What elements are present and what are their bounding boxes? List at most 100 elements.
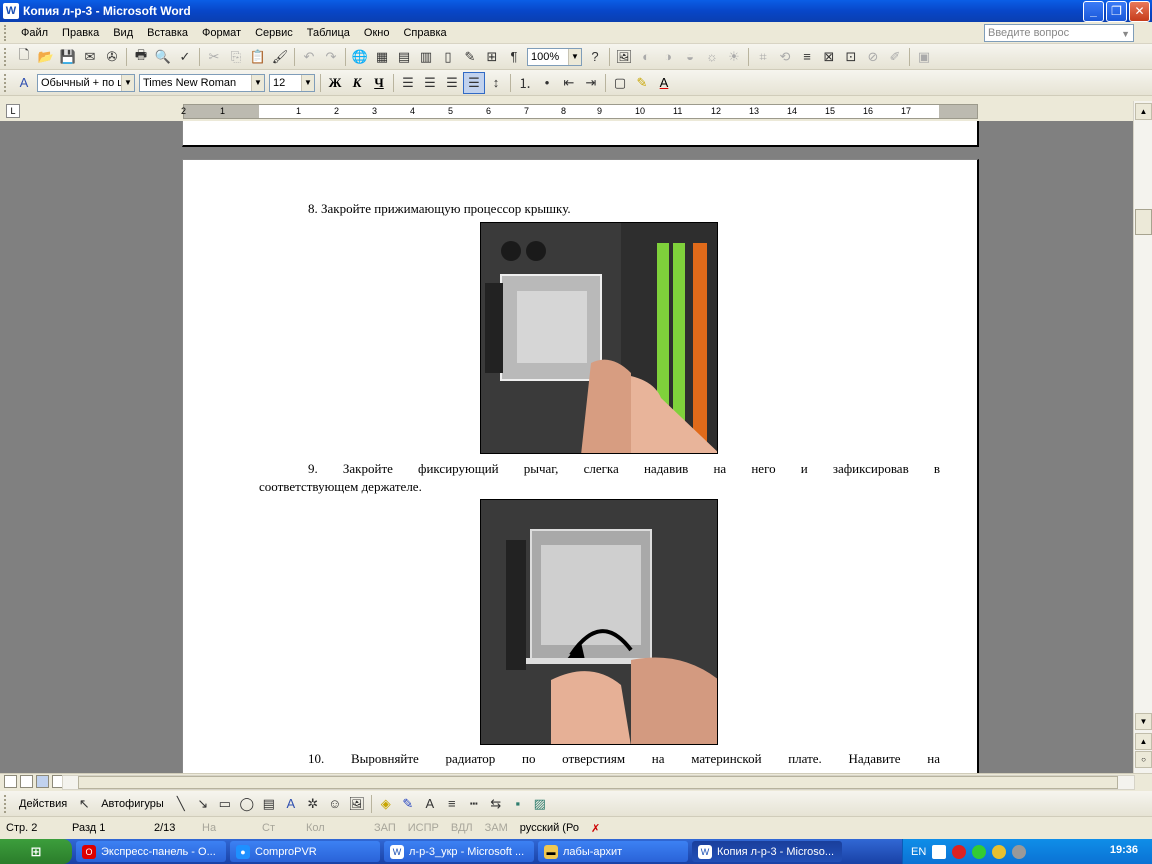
minimize-button[interactable]: _ <box>1083 0 1104 22</box>
chevron-down-icon[interactable]: ▼ <box>121 74 134 91</box>
email-icon[interactable]: ✇ <box>101 46 123 68</box>
contrast-less-icon[interactable]: ◒ <box>679 46 701 68</box>
bold-button[interactable]: Ж <box>324 72 346 94</box>
rotate-icon[interactable]: ⟲ <box>774 46 796 68</box>
format-picture-icon[interactable]: ⊡ <box>840 46 862 68</box>
diagram-icon[interactable]: ✲ <box>302 793 324 815</box>
tab-selector[interactable]: L <box>6 104 20 118</box>
messenger-icon[interactable] <box>992 844 1007 859</box>
menu-table[interactable]: Таблица <box>300 25 357 41</box>
insert-picture-icon[interactable]: 🖼 <box>346 793 368 815</box>
tables-borders-icon[interactable]: ▦ <box>371 46 393 68</box>
set-transparent-icon[interactable]: ✐ <box>884 46 906 68</box>
font-select[interactable]: Times New Roman ▼ <box>139 73 265 92</box>
new-document-icon[interactable]: 🗋 <box>13 46 35 68</box>
select-objects-icon[interactable]: ↖ <box>73 793 95 815</box>
toolbar-grip[interactable] <box>4 73 8 92</box>
image-control-icon[interactable]: ◐ <box>635 46 657 68</box>
text-color-icon[interactable]: A <box>419 793 441 815</box>
insert-excel-icon[interactable]: ▥ <box>415 46 437 68</box>
text-wrap-icon[interactable]: ⊘ <box>862 46 884 68</box>
brightness-more-icon[interactable]: ☼ <box>701 46 723 68</box>
brightness-less-icon[interactable]: ☀ <box>723 46 745 68</box>
antivirus-icon[interactable] <box>952 844 967 859</box>
scroll-up-button[interactable]: ▲ <box>1135 103 1152 120</box>
taskbar-item-compropvr[interactable]: ● ComproPVR <box>230 841 380 862</box>
hyperlink-icon[interactable]: 🌐 <box>349 46 371 68</box>
align-right-icon[interactable]: ☰ <box>441 72 463 94</box>
clock[interactable]: 19:36 <box>1110 844 1138 856</box>
arrow-style-icon[interactable]: ⇆ <box>485 793 507 815</box>
scroll-thumb[interactable] <box>1135 209 1152 235</box>
language-indicator[interactable]: EN <box>911 846 926 858</box>
zoom-select[interactable]: 100% ▼ <box>527 47 582 66</box>
draw-actions-menu[interactable]: Действия <box>13 798 73 810</box>
align-center-icon[interactable]: ☰ <box>419 72 441 94</box>
dash-style-icon[interactable]: ┅ <box>463 793 485 815</box>
print-view-icon[interactable] <box>36 775 49 788</box>
taskbar-item-folder[interactable]: ▬ лабы-архит <box>538 841 688 862</box>
close-button[interactable]: ✕ <box>1129 0 1150 22</box>
open-folder-icon[interactable]: 📂 <box>35 46 57 68</box>
toolbar-grip[interactable] <box>4 47 8 66</box>
restore-button[interactable]: ❐ <box>1106 0 1127 22</box>
status-rec[interactable]: ЗАП <box>368 822 402 834</box>
style-select[interactable]: Обычный + по ц ▼ <box>37 73 135 92</box>
step-9-text-line2[interactable]: соответствующем держателе. <box>259 478 759 496</box>
fill-color-icon[interactable]: ◈ <box>375 793 397 815</box>
help-icon[interactable]: ? <box>584 46 606 68</box>
oval-icon[interactable]: ◯ <box>236 793 258 815</box>
arrow-icon[interactable]: ↘ <box>192 793 214 815</box>
start-button[interactable]: ⊞ <box>0 839 72 864</box>
step-10-text-line1[interactable]: 10. Выровняйте радиатор по отверстиям на… <box>308 750 940 768</box>
italic-button[interactable]: К <box>346 72 368 94</box>
increase-indent-icon[interactable]: ⇥ <box>580 72 602 94</box>
redo-icon[interactable]: ↷ <box>320 46 342 68</box>
horizontal-ruler[interactable]: 2 1 1 2 3 4 5 6 7 8 9 10 11 12 13 14 15 … <box>181 104 978 119</box>
status-trk[interactable]: ИСПР <box>402 822 445 834</box>
shadow-icon[interactable]: ▪ <box>507 793 529 815</box>
text-box-icon[interactable]: ▤ <box>258 793 280 815</box>
borders-icon[interactable]: ▢ <box>609 72 631 94</box>
permission-icon[interactable]: ✉ <box>79 46 101 68</box>
normal-view-icon[interactable] <box>4 775 17 788</box>
menu-grip[interactable] <box>4 24 10 41</box>
chevron-down-icon[interactable]: ▼ <box>1121 29 1130 39</box>
paste-icon[interactable]: 📋 <box>247 46 269 68</box>
print-preview-icon[interactable]: 🔍 <box>152 46 174 68</box>
chevron-down-icon[interactable]: ▼ <box>301 74 314 91</box>
align-justify-icon[interactable]: ☰ <box>463 71 485 94</box>
menu-tools[interactable]: Сервис <box>248 25 300 41</box>
insert-table-icon[interactable]: ▤ <box>393 46 415 68</box>
save-icon[interactable]: 💾 <box>57 46 79 68</box>
web-view-icon[interactable] <box>20 775 33 788</box>
toolbar-grip[interactable] <box>4 794 8 813</box>
line-style-icon[interactable]: ≡ <box>441 793 463 815</box>
reset-picture-icon[interactable]: ▣ <box>913 46 935 68</box>
document-map-icon[interactable]: ⊞ <box>481 46 503 68</box>
previous-page-button[interactable]: ▲ <box>1135 733 1152 750</box>
menu-insert[interactable]: Вставка <box>140 25 195 41</box>
taskbar-item-word-2[interactable]: W Копия л-р-3 - Microso... <box>692 841 842 862</box>
vertical-scrollbar[interactable]: ▲ ▼ ▲ ○ <box>1133 101 1152 773</box>
format-painter-icon[interactable]: 🖌 <box>269 46 291 68</box>
crop-icon[interactable]: ⌗ <box>752 46 774 68</box>
status-ext[interactable]: ВДЛ <box>445 822 479 834</box>
spelling-icon[interactable]: ✓ <box>174 46 196 68</box>
font-color-icon[interactable]: A <box>653 72 675 94</box>
cpu-socket-photo-1[interactable] <box>480 222 718 454</box>
font-size-select[interactable]: 12 ▼ <box>269 73 315 92</box>
step-9-text-line1[interactable]: 9. Закройте фиксирующий рычаг, слегка на… <box>308 460 940 478</box>
decrease-indent-icon[interactable]: ⇤ <box>558 72 580 94</box>
network-icon[interactable] <box>972 844 987 859</box>
menu-view[interactable]: Вид <box>106 25 140 41</box>
menu-window[interactable]: Окно <box>357 25 397 41</box>
menu-help[interactable]: Справка <box>396 25 453 41</box>
browse-object-button[interactable]: ○ <box>1135 751 1152 768</box>
underline-button[interactable]: Ч <box>368 72 390 94</box>
help-search-input[interactable]: Введите вопрос ▼ <box>984 24 1134 42</box>
copy-icon[interactable]: ⎘ <box>225 46 247 68</box>
help-icon[interactable] <box>932 844 947 859</box>
volume-icon[interactable] <box>1012 844 1027 859</box>
line-color-icon[interactable]: ✎ <box>397 793 419 815</box>
